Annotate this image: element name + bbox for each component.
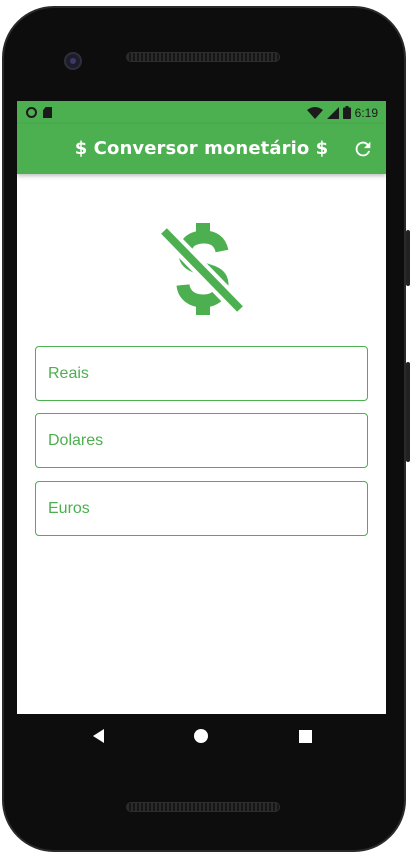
status-time: 6:19 xyxy=(354,105,378,120)
power-button xyxy=(406,230,410,286)
bottom-speaker xyxy=(126,802,280,812)
status-bar: 6:19 xyxy=(17,101,386,124)
money-off-icon xyxy=(158,223,246,315)
home-icon[interactable] xyxy=(191,726,211,746)
battery-icon xyxy=(342,106,351,119)
app-title: $ Conversor monetário $ xyxy=(74,138,329,159)
wifi-icon xyxy=(306,106,323,119)
screen: 6:19 $ Conversor monetário $ xyxy=(17,101,386,714)
sd-card-icon xyxy=(43,107,52,118)
dolares-input[interactable] xyxy=(46,414,367,467)
recents-icon[interactable] xyxy=(295,726,315,746)
app-bar: $ Conversor monetário $ xyxy=(17,124,386,174)
front-camera xyxy=(64,52,82,70)
navigation-bar xyxy=(17,714,386,758)
volume-button xyxy=(406,362,410,462)
euros-field[interactable] xyxy=(35,481,368,536)
back-icon[interactable] xyxy=(89,726,109,746)
euros-input[interactable] xyxy=(46,482,367,535)
refresh-icon[interactable] xyxy=(352,138,374,160)
signal-icon xyxy=(326,106,339,119)
reais-field[interactable] xyxy=(35,346,368,401)
dolares-field[interactable] xyxy=(35,413,368,468)
notification-dot-icon xyxy=(26,107,37,118)
reais-input[interactable] xyxy=(46,347,367,400)
top-speaker xyxy=(126,52,280,62)
